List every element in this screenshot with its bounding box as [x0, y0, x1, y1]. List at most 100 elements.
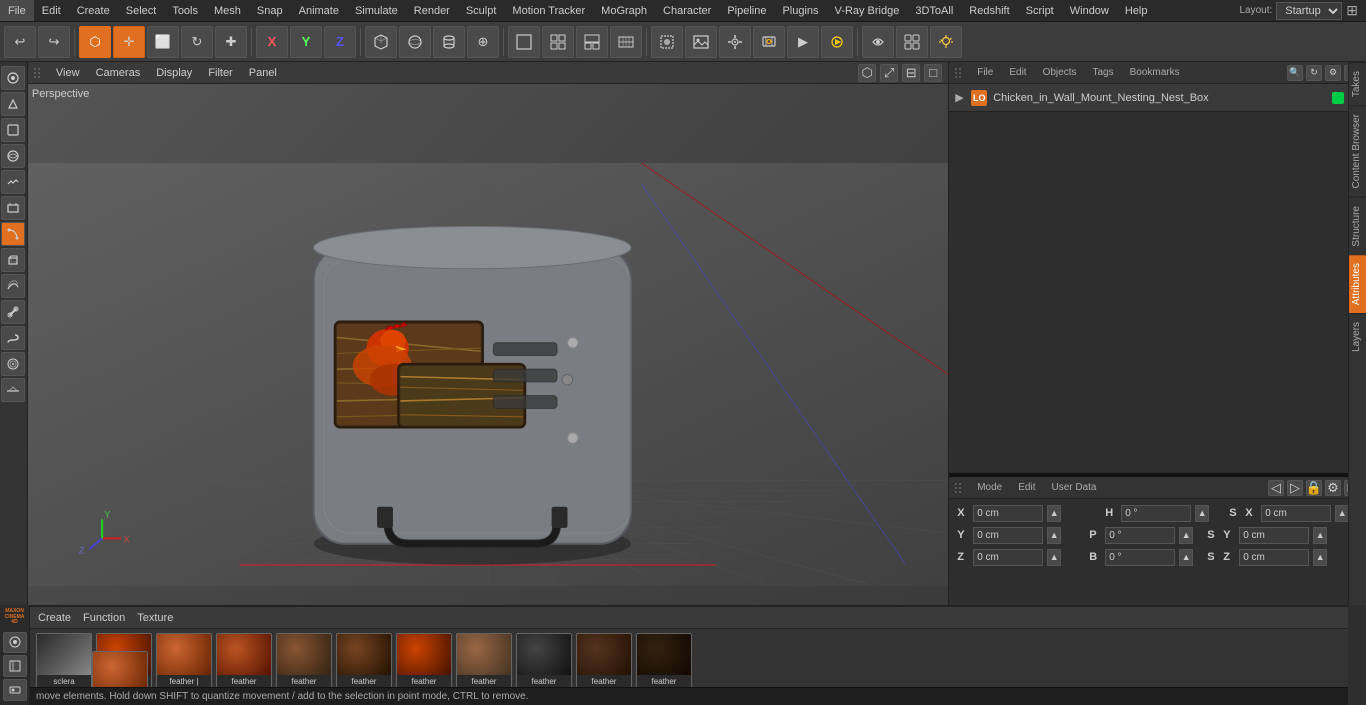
- objects-settings-btn[interactable]: ⚙: [1325, 65, 1341, 81]
- viewport-ctrl-4[interactable]: □: [924, 64, 942, 82]
- left-tool-extrude[interactable]: [1, 248, 25, 272]
- menu-pipeline[interactable]: Pipeline: [719, 0, 774, 21]
- menu-redshift[interactable]: Redshift: [961, 0, 1017, 21]
- mat-thumb-feather-9[interactable]: feather: [576, 633, 632, 689]
- menu-help[interactable]: Help: [1117, 0, 1156, 21]
- sphere-button[interactable]: [399, 26, 431, 58]
- mat-thumb-feather-5[interactable]: feather: [336, 633, 392, 689]
- left-tool-spline[interactable]: [1, 222, 25, 246]
- attrs-prev-btn[interactable]: ◁: [1268, 480, 1284, 496]
- left-tool-deform[interactable]: [1, 274, 25, 298]
- left-tool-3[interactable]: [1, 118, 25, 142]
- timeline-button[interactable]: [610, 26, 642, 58]
- objects-menu-tags[interactable]: Tags: [1088, 67, 1117, 78]
- objects-menu-file[interactable]: File: [973, 67, 997, 78]
- undo-button[interactable]: ↩: [4, 26, 36, 58]
- h-input[interactable]: 0 °: [1121, 505, 1191, 522]
- x-pos-input[interactable]: 0 cm: [973, 505, 1043, 522]
- 3d-viewport[interactable]: Perspective: [28, 84, 948, 665]
- attrs-settings-btn[interactable]: ⚙: [1325, 480, 1341, 496]
- render-settings-button[interactable]: [719, 26, 751, 58]
- mat-thumb-feather-2[interactable]: feather |: [156, 633, 212, 689]
- viewport-menu-view[interactable]: View: [52, 67, 84, 79]
- mat-thumb-feather-6[interactable]: feather: [396, 633, 452, 689]
- tab-layers[interactable]: Layers: [1349, 313, 1366, 360]
- object-visibility-dot[interactable]: [1332, 92, 1344, 104]
- menu-mograph[interactable]: MoGraph: [593, 0, 655, 21]
- layout-dropdown[interactable]: Startup: [1276, 2, 1342, 20]
- viewport-menu-panel[interactable]: Panel: [245, 67, 281, 79]
- menu-snap[interactable]: Snap: [249, 0, 291, 21]
- object-expand-arrow[interactable]: ▶: [955, 91, 965, 104]
- attrs-menu-mode[interactable]: Mode: [973, 482, 1006, 493]
- tab-takes[interactable]: Takes: [1349, 62, 1366, 105]
- sy-input[interactable]: 0 cm: [1239, 527, 1309, 544]
- attrs-menu-edit[interactable]: Edit: [1014, 482, 1039, 493]
- left-tool-5[interactable]: [1, 170, 25, 194]
- rotate-mode-button[interactable]: ↻: [181, 26, 213, 58]
- b-input[interactable]: 0 °: [1105, 549, 1175, 566]
- menu-plugins[interactable]: Plugins: [774, 0, 826, 21]
- attrs-lock-btn[interactable]: 🔒: [1306, 480, 1322, 496]
- mat-menu-texture[interactable]: Texture: [137, 612, 173, 624]
- x-axis-button[interactable]: X: [256, 26, 288, 58]
- sz-up[interactable]: ▲: [1313, 549, 1327, 566]
- object-entry[interactable]: ▶ LO Chicken_in_Wall_Mount_Nesting_Nest_…: [949, 84, 1366, 112]
- objects-search-btn[interactable]: 🔍: [1287, 65, 1303, 81]
- left-tool-bones[interactable]: [1, 300, 25, 324]
- sy-up[interactable]: ▲: [1313, 527, 1327, 544]
- left-tool-4[interactable]: [1, 144, 25, 168]
- select-mode-button[interactable]: ⬡: [79, 26, 111, 58]
- z-pos-input[interactable]: 0 cm: [973, 549, 1043, 566]
- menu-select[interactable]: Select: [118, 0, 165, 21]
- mat-menu-create[interactable]: Create: [38, 612, 71, 624]
- layout-selector[interactable]: Layout: Startup ⊞: [1239, 2, 1366, 20]
- p-up[interactable]: ▲: [1179, 527, 1193, 544]
- menu-render[interactable]: Render: [406, 0, 458, 21]
- cube-button[interactable]: [365, 26, 397, 58]
- objects-menu-objects[interactable]: Objects: [1039, 67, 1081, 78]
- menu-simulate[interactable]: Simulate: [347, 0, 406, 21]
- viewport-layout-3[interactable]: [576, 26, 608, 58]
- left-tool-1[interactable]: [1, 66, 25, 90]
- viewport-layout-single[interactable]: [508, 26, 540, 58]
- tab-structure[interactable]: Structure: [1349, 197, 1366, 255]
- left-tool-field[interactable]: [1, 352, 25, 376]
- menu-sculpt[interactable]: Sculpt: [458, 0, 505, 21]
- left-tool-s[interactable]: [1, 326, 25, 350]
- left-tool-2[interactable]: [1, 92, 25, 116]
- add-button[interactable]: ⊕: [467, 26, 499, 58]
- viewport-menu-display[interactable]: Display: [152, 67, 196, 79]
- render-picture-viewer[interactable]: [685, 26, 717, 58]
- p-input[interactable]: 0 °: [1105, 527, 1175, 544]
- snap-settings-button[interactable]: [896, 26, 928, 58]
- menu-mesh[interactable]: Mesh: [206, 0, 249, 21]
- snap-button[interactable]: [862, 26, 894, 58]
- scale-mode-button[interactable]: ⬜: [147, 26, 179, 58]
- y-axis-button[interactable]: Y: [290, 26, 322, 58]
- h-up[interactable]: ▲: [1195, 505, 1209, 522]
- mat-thumb-feather-10[interactable]: feather: [636, 633, 692, 689]
- menu-3dtoall[interactable]: 3DToAll: [907, 0, 961, 21]
- viewport-ctrl-3[interactable]: ⊟: [902, 64, 920, 82]
- menu-tools[interactable]: Tools: [164, 0, 206, 21]
- render-team-button[interactable]: [753, 26, 785, 58]
- redo-button[interactable]: ↪: [38, 26, 70, 58]
- sz-input[interactable]: 0 cm: [1239, 549, 1309, 566]
- menu-edit[interactable]: Edit: [34, 0, 69, 21]
- y-pos-up[interactable]: ▲: [1047, 527, 1061, 544]
- mat-thumb-feather-7[interactable]: feather: [456, 633, 512, 689]
- left-tool-floor[interactable]: [1, 378, 25, 402]
- cylinder-button[interactable]: [433, 26, 465, 58]
- viewport-menu-cameras[interactable]: Cameras: [92, 67, 145, 79]
- bottom-left-icon-3[interactable]: [3, 679, 27, 701]
- viewport-menu-filter[interactable]: Filter: [204, 67, 236, 79]
- render-interactive-button[interactable]: ▶: [787, 26, 819, 58]
- mat-thumb-feather-8[interactable]: feather: [516, 633, 572, 689]
- menu-animate[interactable]: Animate: [291, 0, 347, 21]
- menu-file[interactable]: File: [0, 0, 34, 21]
- tab-attributes[interactable]: Attributes: [1349, 254, 1366, 313]
- z-axis-button[interactable]: Z: [324, 26, 356, 58]
- menu-character[interactable]: Character: [655, 0, 719, 21]
- bottom-left-icon-2[interactable]: [3, 655, 27, 677]
